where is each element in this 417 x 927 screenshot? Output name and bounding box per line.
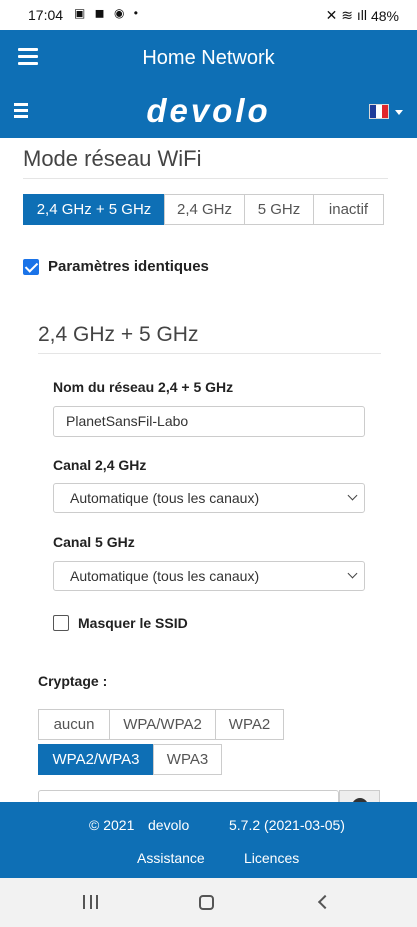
wifi-mode-both[interactable]: 2,4 GHz + 5 GHz xyxy=(23,194,165,225)
flag-stripe-red xyxy=(382,105,388,118)
divider xyxy=(38,353,381,354)
wifi-mode-5[interactable]: 5 GHz xyxy=(244,194,314,225)
back-icon[interactable] xyxy=(317,894,333,910)
hide-ssid-row[interactable]: Masquer le SSID xyxy=(53,615,188,631)
key-input[interactable] xyxy=(38,790,339,802)
status-time: 17:04 xyxy=(28,7,64,23)
wifi-mode-off[interactable]: inactif xyxy=(313,194,384,225)
hide-ssid-checkbox[interactable] xyxy=(53,615,69,631)
devolo-logo: devolo xyxy=(146,92,271,129)
status-bar: 17:04 ▣ ◼ ◉ • ✕ ≋ ıll 48% xyxy=(0,0,417,30)
ssid-label: Nom du réseau 2,4 + 5 GHz xyxy=(53,379,234,395)
encryption-wpa2-wpa3[interactable]: WPA2/WPA3 xyxy=(38,744,154,775)
encryption-label: Cryptage : xyxy=(38,673,108,689)
channel5-select[interactable]: Automatique (tous les canaux) xyxy=(53,561,365,591)
licences-link[interactable]: Licences xyxy=(244,850,299,866)
language-flag-icon[interactable] xyxy=(369,104,389,119)
wifi-mode-heading: Mode réseau WiFi xyxy=(23,146,202,171)
footer-brand: devolo xyxy=(148,817,190,833)
status-right: ✕ ≋ ıll 48% xyxy=(326,7,399,24)
show-key-button[interactable] xyxy=(339,790,380,802)
encryption-wpa3[interactable]: WPA3 xyxy=(153,744,222,775)
channel5-label: Canal 5 GHz xyxy=(53,534,135,550)
language-caret-icon[interactable] xyxy=(395,110,403,115)
encryption-none[interactable]: aucun xyxy=(38,709,110,740)
battery-text: 48% xyxy=(370,7,399,24)
home-icon[interactable] xyxy=(199,895,214,910)
encryption-wpa2[interactable]: WPA2 xyxy=(215,709,284,740)
divider xyxy=(23,178,388,179)
identical-params-checkbox[interactable] xyxy=(23,258,39,275)
channel5-value: Automatique (tous les canaux) xyxy=(70,568,260,584)
app-bar: Home Network xyxy=(0,30,417,86)
hide-ssid-label: Masquer le SSID xyxy=(78,615,188,631)
signal-icons: ✕ ≋ ıll xyxy=(325,7,367,23)
chevron-down-icon xyxy=(347,568,358,579)
chevron-down-icon xyxy=(347,490,358,501)
notification-icons: ▣ ◼ ◉ • xyxy=(74,6,141,20)
brand-bar: devolo xyxy=(0,86,417,138)
footer-copyright: © 2021 xyxy=(89,817,135,833)
channel24-select[interactable]: Automatique (tous les canaux) xyxy=(53,483,365,513)
identical-params-row[interactable]: Paramètres identiques xyxy=(23,258,209,275)
system-nav-bar xyxy=(0,878,417,927)
section-heading: 2,4 GHz + 5 GHz xyxy=(38,323,199,346)
identical-params-label: Paramètres identiques xyxy=(48,258,209,275)
main-content: Mode réseau WiFi 2,4 GHz + 5 GHz 2,4 GHz… xyxy=(0,138,417,802)
channel24-value: Automatique (tous les canaux) xyxy=(70,490,260,506)
footer: © 2021 devolo 5.7.2 (2021-03-05) Assista… xyxy=(0,802,417,878)
ssid-input[interactable]: PlanetSansFil-Labo xyxy=(53,406,365,437)
encryption-wpa-wpa2[interactable]: WPA/WPA2 xyxy=(109,709,216,740)
recent-apps-icon[interactable] xyxy=(83,895,98,909)
app-title: Home Network xyxy=(142,47,275,69)
assistance-link[interactable]: Assistance xyxy=(137,850,205,866)
channel24-label: Canal 2,4 GHz xyxy=(53,457,147,473)
footer-version: 5.7.2 (2021-03-05) xyxy=(229,817,345,833)
wifi-mode-24[interactable]: 2,4 GHz xyxy=(164,194,245,225)
